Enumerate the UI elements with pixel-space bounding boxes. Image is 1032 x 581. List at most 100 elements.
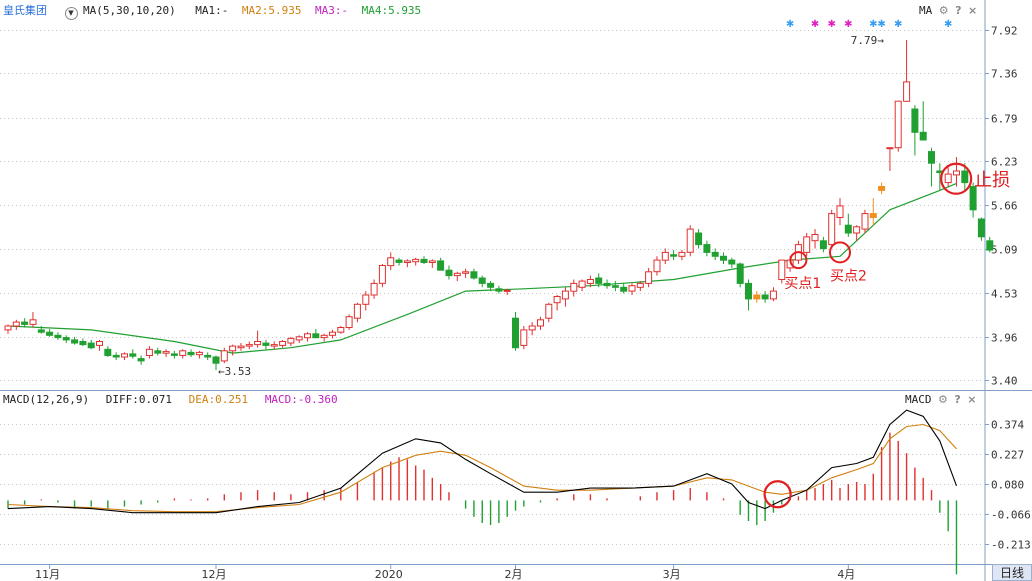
candle-body <box>953 170 960 176</box>
ma4-value: MA4:5.935 <box>361 4 422 17</box>
candle-body <box>903 81 911 102</box>
candle-body <box>195 351 203 356</box>
candle-body <box>345 316 353 329</box>
candle-body <box>944 173 952 184</box>
candle-body <box>753 294 761 300</box>
candle-body <box>245 344 253 347</box>
candle-body <box>761 294 769 300</box>
help-icon[interactable]: ? <box>954 393 960 406</box>
candle-body <box>578 280 586 288</box>
ma2-value: MA2:5.935 <box>241 4 302 17</box>
candle-body <box>154 350 162 354</box>
price-tick-label: 7.36 <box>991 68 1018 81</box>
candle-body <box>71 339 79 344</box>
candle-body <box>29 319 37 325</box>
candle-body <box>62 337 70 341</box>
ma-setting[interactable]: MA(5,30,10,20) <box>83 4 176 17</box>
candle-body <box>545 303 553 319</box>
candle-body <box>828 213 836 246</box>
x-tick-label: 2020 <box>375 568 403 581</box>
candle-body <box>894 100 902 149</box>
candle-body <box>287 337 295 344</box>
candle-body <box>986 240 994 251</box>
candle-body <box>54 334 62 339</box>
price-tick-label: 3.96 <box>991 332 1018 345</box>
candle-body <box>295 336 303 341</box>
macd-header: MACD(12,26,9) DIFF:0.071 DEA:0.251 MACD:… <box>3 393 338 407</box>
macd-value: MACD:-0.360 <box>264 393 338 406</box>
candle-body <box>462 271 470 274</box>
candle-body <box>121 353 128 358</box>
candle-body <box>254 341 262 346</box>
candle-body <box>537 319 544 327</box>
chart-canvas[interactable]: 3.40 3.96 4.53 5.09 5.66 6.23 6.79 7.36 7.92 0.37… <box>0 0 1032 581</box>
candle-body <box>611 285 619 288</box>
macd-setting[interactable]: MACD(12,26,9) <box>3 393 89 406</box>
candle-body <box>353 303 361 319</box>
candle-body <box>37 329 45 333</box>
candle-body <box>711 251 719 257</box>
candle-body <box>703 244 711 253</box>
close-icon[interactable]: × <box>968 4 977 17</box>
price-tick-label: 5.09 <box>991 244 1018 257</box>
period-tab-daily[interactable]: 日线 <box>992 564 1032 581</box>
candle-body <box>145 348 153 356</box>
candle-body <box>229 345 237 352</box>
ma-label[interactable]: MA <box>919 4 932 17</box>
candle-body <box>720 255 727 261</box>
candle-body <box>112 354 120 358</box>
buy-point-1-label: 买点1 <box>784 276 821 292</box>
candle-body <box>320 334 328 339</box>
price-tick-label: 7.92 <box>991 25 1018 38</box>
ma-dropdown-icon[interactable]: ▼ <box>64 7 78 20</box>
price-tick-label: 5.66 <box>991 200 1018 213</box>
candle-body <box>819 240 827 250</box>
close-icon[interactable]: × <box>967 393 976 406</box>
buy-point-2-circle <box>829 241 851 264</box>
candle-body <box>586 279 594 284</box>
x-tick-label: 3月 <box>663 568 681 581</box>
macd-tick-label: -0.213 <box>991 539 1031 552</box>
candle-body <box>520 329 528 346</box>
candle-body <box>928 151 935 164</box>
help-icon[interactable]: ? <box>955 4 961 17</box>
candle-body <box>769 290 777 300</box>
ma4-line <box>7 182 957 354</box>
candle-body <box>628 285 636 292</box>
candle-body <box>636 282 644 288</box>
dea-value: DEA:0.251 <box>188 393 249 406</box>
macd-panel-tools: MACD ⚙ ? × <box>905 393 976 406</box>
signal-star-icon: ✱ <box>944 19 952 30</box>
candle-body <box>844 224 852 234</box>
macd-label[interactable]: MACD <box>905 393 932 406</box>
candle-body <box>378 265 386 284</box>
candle-body <box>370 282 378 296</box>
candle-body <box>478 277 486 284</box>
signal-star-icon: ✱ <box>786 19 794 30</box>
candle-body <box>279 341 287 346</box>
candle-body <box>686 228 694 253</box>
candle-body <box>79 341 87 346</box>
candle-body <box>653 259 661 273</box>
candle-body <box>329 331 336 336</box>
candle-body <box>420 258 428 263</box>
signal-star-icon: ✱ <box>869 19 877 30</box>
gear-icon[interactable]: ⚙ <box>939 4 949 17</box>
buy-point-2-label: 买点2 <box>830 268 867 284</box>
gear-icon[interactable]: ⚙ <box>938 393 948 406</box>
candle-body <box>304 333 311 339</box>
candle-body <box>237 345 245 349</box>
candle-body <box>512 317 519 349</box>
stock-name[interactable]: 皇氏集团 <box>3 4 47 17</box>
candle-body <box>736 263 744 284</box>
candle-body <box>387 257 395 267</box>
macd-tick-label: 0.227 <box>991 449 1024 462</box>
candle-body <box>470 271 478 279</box>
candle-body <box>911 108 919 133</box>
candle-body <box>395 259 403 263</box>
price-tick-label: 4.53 <box>991 288 1018 301</box>
ma1-value: MA1:- <box>195 4 229 17</box>
ma3-value: MA3:- <box>314 4 349 17</box>
candle-body <box>204 354 212 358</box>
candle-body <box>337 327 345 333</box>
